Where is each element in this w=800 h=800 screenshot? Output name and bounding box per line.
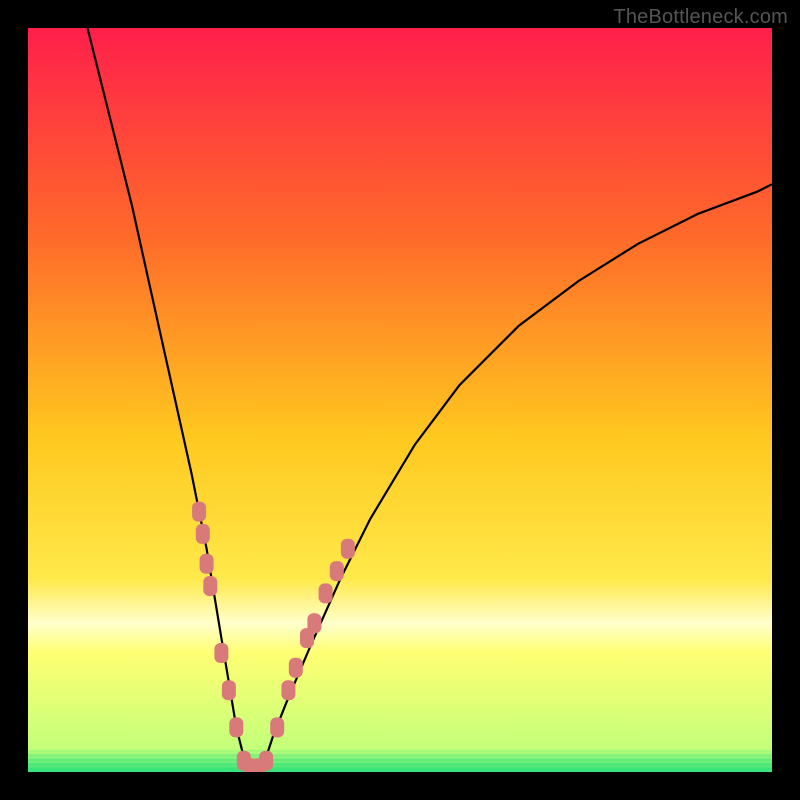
sample-dot	[330, 561, 344, 581]
sample-dot	[200, 554, 214, 574]
green-band-line	[28, 763, 772, 766]
sample-dot	[229, 717, 243, 737]
sample-dot	[270, 717, 284, 737]
sample-dot	[281, 680, 295, 700]
chart-svg	[28, 28, 772, 772]
sample-dot	[203, 576, 217, 596]
watermark-text: TheBottleneck.com	[613, 6, 788, 29]
gradient-background	[28, 28, 772, 772]
outer-frame: TheBottleneck.com	[0, 0, 800, 800]
sample-dot	[196, 524, 210, 544]
sample-dot	[341, 539, 355, 559]
sample-dot	[289, 658, 303, 678]
green-band-line	[28, 759, 772, 762]
green-band-line	[28, 750, 772, 753]
sample-dot	[259, 751, 273, 771]
sample-dot	[192, 502, 206, 522]
sample-dot	[214, 643, 228, 663]
chart-plot-area	[28, 28, 772, 772]
green-band-line	[28, 768, 772, 771]
sample-dot	[307, 613, 321, 633]
green-band-line	[28, 754, 772, 757]
sample-dot	[222, 680, 236, 700]
sample-dot	[319, 583, 333, 603]
